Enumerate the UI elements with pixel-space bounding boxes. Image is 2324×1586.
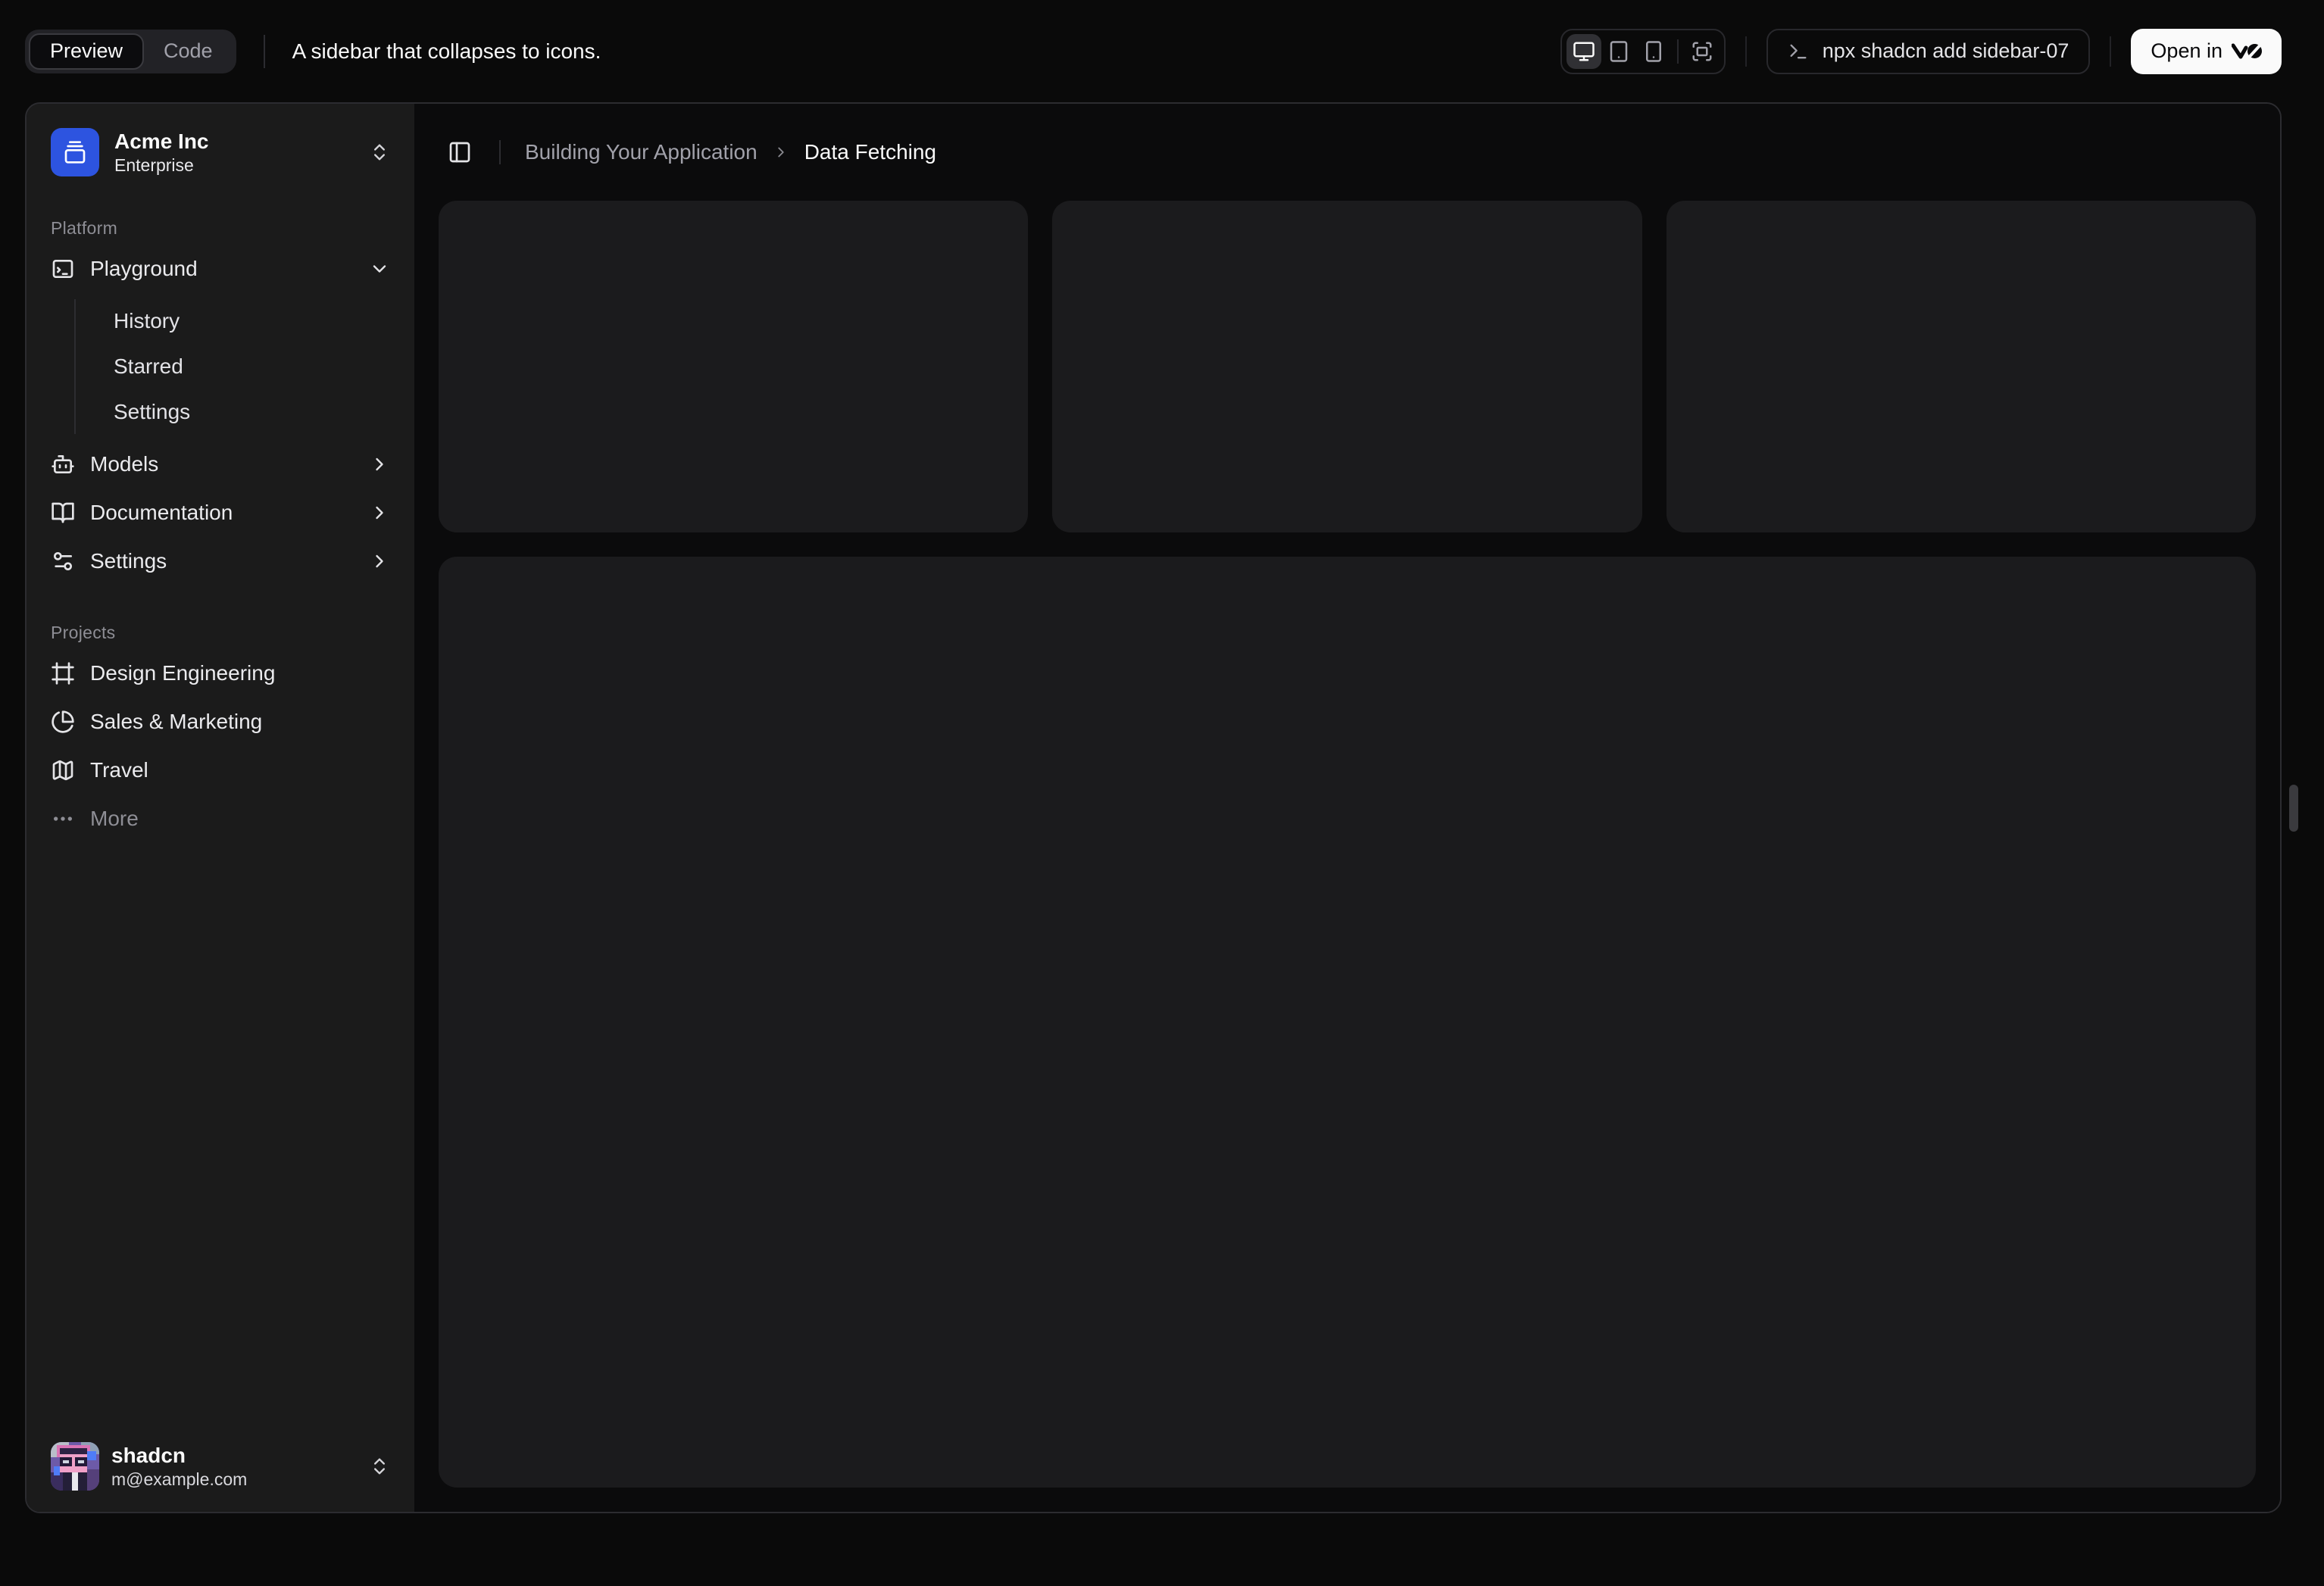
sidebar-item-sales-marketing[interactable]: Sales & Marketing [39,699,402,745]
team-info: Acme Inc Enterprise [114,128,209,176]
sidebar-item-label: Sales & Marketing [90,710,263,733]
chevron-right-icon [369,551,390,572]
sidebar-submenu-playground: History Starred Settings [74,299,402,434]
chevron-right-icon [369,502,390,523]
user-menu-button[interactable]: shadcn m@example.com [39,1433,402,1500]
team-switcher-button[interactable]: Acme Inc Enterprise [39,116,402,189]
sidebar-group-projects: Projects Design Engineering Sales & Mark… [39,590,402,848]
chevron-right-icon [773,144,789,161]
sidebar-item-travel[interactable]: Travel [39,748,402,793]
sidebar-item-label: Travel [90,758,148,782]
terminal-icon [1788,41,1809,62]
sidebar-toggle-button[interactable] [439,131,481,173]
breadcrumb-current: Data Fetching [804,140,937,164]
open-in-label: Open in [2151,39,2222,62]
chevrons-up-down-icon [369,142,390,163]
sidebar-group-label: Projects [51,622,116,642]
sidebar-subitem-history[interactable]: History [102,299,402,343]
avatar [51,1442,99,1491]
block-preview-frame: Acme Inc Enterprise Platform Playground … [25,102,2282,1513]
smartphone-icon [1642,40,1665,63]
sidebar-footer: shadcn m@example.com [27,1421,414,1512]
sidebar-item-label: Settings [90,549,167,573]
team-plan: Enterprise [114,155,194,176]
sidebar-item-documentation[interactable]: Documentation [39,490,402,535]
chevrons-up-down-icon [369,1456,390,1477]
toolbar-group-divider-2 [2110,36,2112,67]
bot-icon [51,452,75,476]
page-scrollbar-thumb[interactable] [2289,785,2298,832]
breadcrumb-parent[interactable]: Building Your Application [525,140,757,164]
user-info: shadcn m@example.com [111,1442,247,1491]
sidebar-item-more[interactable]: More [39,796,402,841]
device-size-toggle-group [1560,28,1726,74]
code-tab[interactable]: Code [144,33,233,70]
device-group-divider [1676,39,1679,64]
toolbar-divider [263,34,265,68]
panel-left-icon [448,140,472,164]
preview-tab[interactable]: Preview [29,33,145,70]
sidebar-group-platform: Platform Playground History Starred Sett… [39,201,402,590]
gallery-vertical-end-icon [63,140,87,164]
tablet-icon [1607,40,1630,63]
sidebar-content: Platform Playground History Starred Sett… [27,201,414,1421]
sidebar-item-label: Design Engineering [90,661,276,685]
preview-code-toggle: Preview Code [25,29,236,73]
toolbar: Preview Code A sidebar that collapses to… [0,0,2324,102]
placeholder-card [1052,201,1642,532]
team-name: Acme Inc [114,130,209,154]
blocks-preview-page: Preview Code A sidebar that collapses to… [0,0,2324,1586]
chevron-down-icon [369,258,390,279]
sidebar-item-settings[interactable]: Settings [39,539,402,584]
placeholder-card [439,201,1029,532]
app-sidebar: Acme Inc Enterprise Platform Playground … [27,104,414,1512]
user-email: m@example.com [111,1469,248,1490]
install-command[interactable]: npx shadcn add sidebar-07 [1766,28,2091,74]
placeholder-cards-row [439,201,2256,532]
sidebar-header: Acme Inc Enterprise [27,104,414,201]
main-header: Building Your Application Data Fetching [414,104,2280,201]
v0-logo-icon: v0 [2232,41,2262,61]
team-logo [51,128,99,176]
sidebar-item-label: Documentation [90,501,233,524]
sidebar-menu-projects: Design Engineering Sales & Marketing Tra… [39,651,402,841]
user-name: shadcn [111,1444,186,1468]
tablet-view-button[interactable] [1601,34,1636,69]
desktop-view-button[interactable] [1566,33,1601,69]
fullscreen-icon [1691,40,1713,63]
sidebar-subitem-settings[interactable]: Settings [102,390,402,434]
open-in-v0-button[interactable]: Open in v0 [2131,28,2282,74]
mobile-view-button[interactable] [1636,34,1671,69]
sidebar-item-label: Models [90,452,159,476]
sidebar-item-models[interactable]: Models [39,442,402,487]
toolbar-group-divider [1745,36,1747,67]
sidebar-menu-platform: Playground History Starred Settings Mode… [39,246,402,584]
main-content [414,201,2280,1512]
square-terminal-icon [51,257,75,281]
main-area: Building Your Application Data Fetching [414,104,2280,1512]
chevron-right-icon [369,454,390,475]
toolbar-right: npx shadcn add sidebar-07 Open in v0 [1560,28,2282,74]
install-command-text: npx shadcn add sidebar-07 [1822,39,2069,62]
sidebar-item-design-engineering[interactable]: Design Engineering [39,651,402,696]
map-icon [51,758,75,782]
placeholder-panel [439,556,2256,1488]
block-description: A sidebar that collapses to icons. [292,39,601,63]
frame-icon [51,661,75,685]
book-open-icon [51,501,75,525]
sidebar-subitem-starred[interactable]: Starred [102,345,402,389]
pie-chart-icon [51,710,75,734]
placeholder-card [1666,201,2256,532]
settings-sliders-icon [51,549,75,573]
header-divider [499,140,501,164]
monitor-icon [1573,40,1595,63]
breadcrumb: Building Your Application Data Fetching [525,140,936,164]
sidebar-item-playground[interactable]: Playground [39,246,402,292]
sidebar-group-label: Platform [51,217,118,238]
sidebar-item-label: Playground [90,257,198,280]
fullscreen-button[interactable] [1685,34,1720,69]
ellipsis-icon [51,807,75,831]
sidebar-item-label: More [90,807,139,830]
